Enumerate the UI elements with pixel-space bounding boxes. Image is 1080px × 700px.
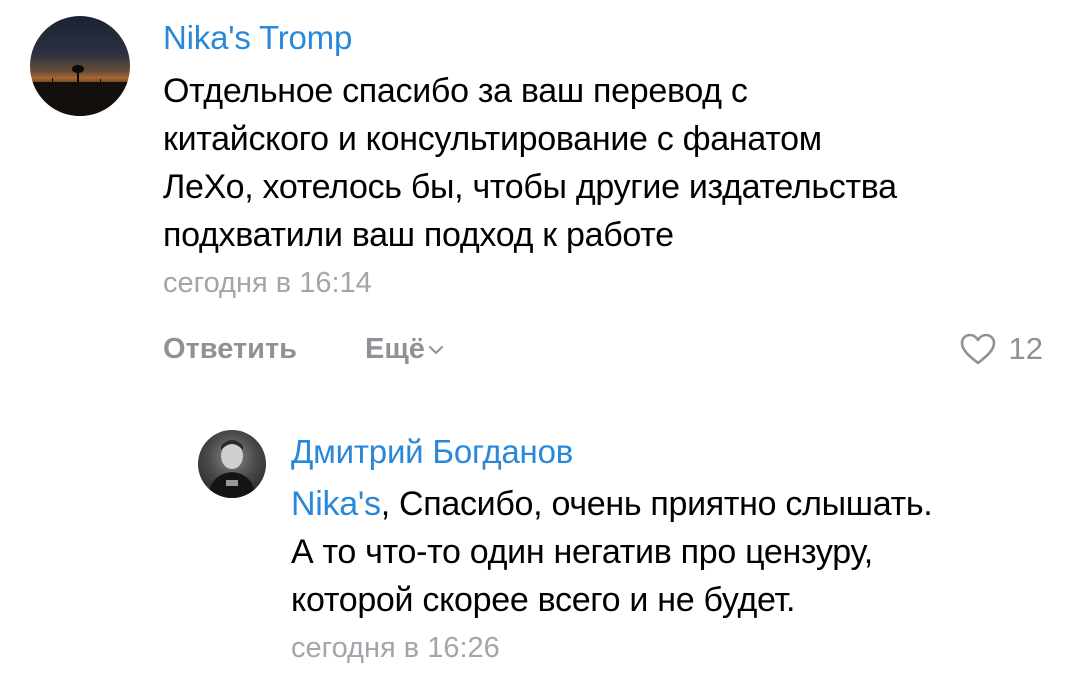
comment-author[interactable]: Дмитрий Богданов <box>291 430 1051 474</box>
more-button[interactable]: Ещё <box>365 327 444 371</box>
chevron-down-icon <box>428 346 443 355</box>
heart-outline-icon <box>960 333 995 365</box>
comment-author[interactable]: Nika's Tromp <box>163 16 1053 60</box>
comment-text: Отдельное спасибо за ваш перевод с китай… <box>163 67 1053 259</box>
comment-text-line: Отдельное спасибо за ваш перевод с <box>163 72 748 110</box>
comment-text-line: Nika's, Спасибо, очень приятно слышать. <box>291 480 1051 528</box>
comment-text-line: подхватили ваш подход к работе <box>163 216 674 254</box>
comment-text-fragment: , Спасибо, очень приятно слышать. <box>380 485 933 523</box>
comment-text-line: которой скорее всего и не будет. <box>291 581 796 619</box>
comment-body: Nika's Tromp Отдельное спасибо за ваш пе… <box>163 16 1053 371</box>
comment-actions: Ответить Ещё 12 <box>163 327 1053 371</box>
comment-text-line: китайского и консультирование с фанатом <box>163 120 822 158</box>
sunset-landscape-avatar-icon <box>30 65 130 116</box>
comment-body: Дмитрий Богданов Nika's, Спасибо, очень … <box>291 430 1051 668</box>
like-count: 12 <box>1008 331 1043 366</box>
avatar[interactable] <box>30 16 130 116</box>
comment-timestamp: сегодня в 16:26 <box>291 632 500 664</box>
reply-button[interactable]: Ответить <box>163 327 297 371</box>
comment-text-line: А то что-то один негатив про цензуру, <box>291 533 873 571</box>
avatar[interactable] <box>198 430 266 498</box>
more-button-label: Ещё <box>365 333 425 365</box>
comment-timestamp: сегодня в 16:14 <box>163 267 372 299</box>
like-button[interactable]: 12 <box>959 327 1043 371</box>
person-photo-avatar-icon <box>208 440 256 498</box>
mention-link[interactable]: Nika's <box>291 485 381 523</box>
comment-text-line: ЛеХо, хотелось бы, чтобы другие издатель… <box>163 168 897 206</box>
comment-text: Nika's, Спасибо, очень приятно слышать. … <box>291 480 1051 624</box>
